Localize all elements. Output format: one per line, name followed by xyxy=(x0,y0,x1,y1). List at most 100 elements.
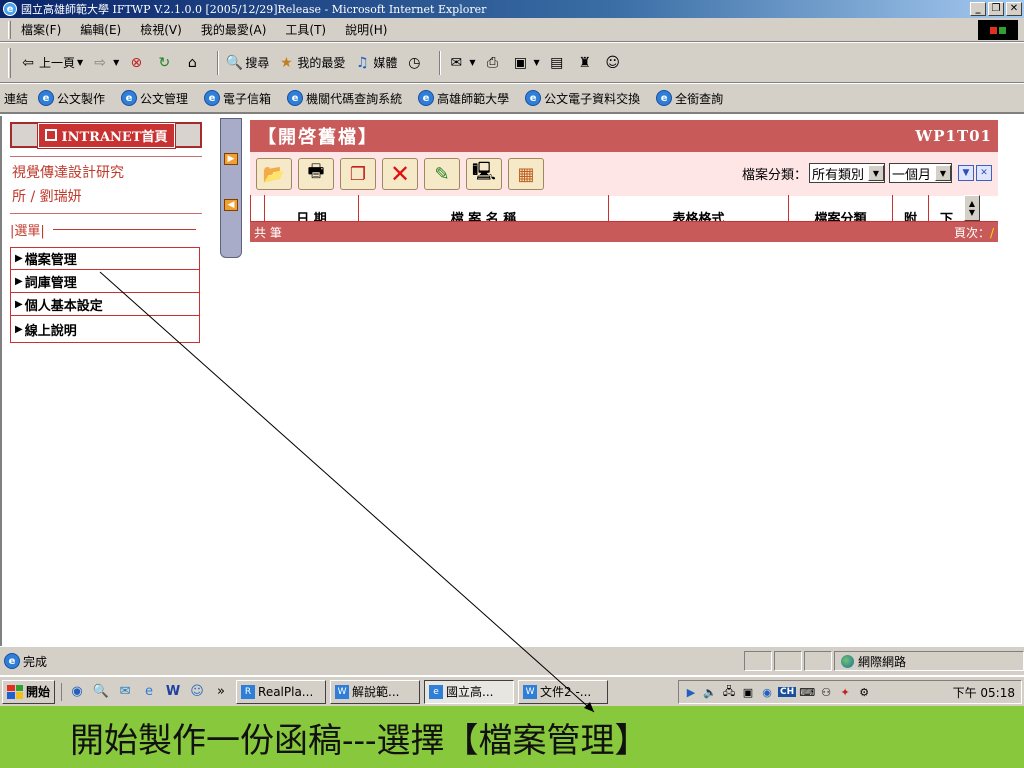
column-download[interactable]: 下 xyxy=(928,195,964,221)
sidebar-item-online-help[interactable]: ▶ 線上說明 xyxy=(10,316,200,343)
print-button[interactable]: ⎙ xyxy=(484,54,504,72)
display-icon[interactable]: ▣ xyxy=(740,684,756,700)
status-cell xyxy=(774,651,802,671)
link-document-create[interactable]: e 公文製作 xyxy=(38,90,105,107)
link-agency-code[interactable]: e 機關代碼查詢系統 xyxy=(287,90,402,107)
maximize-button[interactable]: ❐ xyxy=(988,2,1004,16)
delete-file-button[interactable]: ✕ xyxy=(382,158,418,190)
dropdown-icon: ▼ xyxy=(113,58,120,67)
home-button[interactable]: ⌂ xyxy=(183,54,203,72)
refresh-button[interactable]: ↻ xyxy=(155,54,175,72)
intranet-home-button[interactable]: INTRANET首頁 xyxy=(10,121,202,149)
ie-icon[interactable]: e xyxy=(140,683,158,701)
edit-button[interactable]: ▣ ▼ xyxy=(512,54,540,72)
open-file-button[interactable]: 📂 xyxy=(256,158,292,190)
column-category[interactable]: 檔案分類 xyxy=(788,195,892,221)
messenger-icon[interactable]: ☺ xyxy=(188,683,206,701)
period-select[interactable]: 一個月 ▼ xyxy=(888,163,952,183)
favorites-label: 我的最愛 xyxy=(297,56,346,70)
user-name: 所 / 劉瑞妍 xyxy=(12,189,82,205)
stop-button[interactable]: ⊗ xyxy=(127,54,147,72)
home-icon: ⌂ xyxy=(187,54,197,71)
media-button[interactable]: ♫ 媒體 xyxy=(353,54,397,72)
expand-arrow-icon[interactable]: ▶ xyxy=(224,153,238,165)
column-filename[interactable]: 檔 案 名 稱 xyxy=(358,195,608,221)
menu-favorites[interactable]: 我的最愛(A) xyxy=(201,21,267,38)
action-bar: 📂 🖶 ❐ ✕ ✎ 🖳 ▦ 檔案分類： 所有類別 ▼ 一個月 ▼ ▼ ✕ xyxy=(250,152,998,196)
mail-icon: ✉ xyxy=(450,54,463,71)
minimize-button[interactable]: _ xyxy=(970,2,986,16)
sidebar-item-personal-settings[interactable]: ▶ 個人基本設定 xyxy=(10,293,200,316)
scroll-down-icon: ▼ xyxy=(968,208,976,217)
messenger-button[interactable]: ☺ xyxy=(604,54,624,72)
media-player-icon[interactable]: ◉ xyxy=(68,683,86,701)
volume-icon[interactable]: 🔈 xyxy=(702,684,718,700)
word-icon[interactable]: W xyxy=(164,683,182,701)
users-icon[interactable]: ⚇ xyxy=(818,684,834,700)
menu-view[interactable]: 檢視(V) xyxy=(140,21,182,38)
collapse-down-button[interactable]: ▼ xyxy=(958,165,974,181)
task-label: 解說範... xyxy=(352,685,400,699)
transfer-button[interactable]: 🖳 xyxy=(466,158,502,190)
outlook-icon[interactable]: ✉ xyxy=(116,683,134,701)
export-button[interactable]: ▦ xyxy=(508,158,544,190)
column-format[interactable]: 表格格式 xyxy=(608,195,788,221)
quick-launch: ◉ 🔍 ✉ e W ☺ » xyxy=(61,682,236,701)
ime-indicator[interactable]: CH xyxy=(778,687,797,697)
caption-text: 開始製作一份函稿---選擇【檔案管理】 xyxy=(70,720,649,761)
link-email[interactable]: e 電子信箱 xyxy=(204,90,271,107)
search-button[interactable]: 🔍 搜尋 xyxy=(225,54,270,72)
audio-icon[interactable]: ◉ xyxy=(759,684,775,700)
antivirus-icon[interactable]: ✦ xyxy=(837,684,853,700)
history-button[interactable]: ◷ xyxy=(405,54,425,72)
task-document2[interactable]: W 文件2 -... xyxy=(518,679,609,704)
task-realplayer[interactable]: R RealPla... xyxy=(236,679,327,704)
dropdown-icon: ▼ xyxy=(469,58,476,67)
copy-file-button[interactable]: ❐ xyxy=(340,158,376,190)
collapse-arrow-icon[interactable]: ◀ xyxy=(224,199,238,211)
messenger-icon: ☺ xyxy=(605,54,620,71)
menu-help[interactable]: 說明(H) xyxy=(345,21,387,38)
edit-file-button[interactable]: ✎ xyxy=(424,158,460,190)
favorites-button[interactable]: ★ 我的最愛 xyxy=(277,54,345,72)
link-title-query[interactable]: e 全銜查詢 xyxy=(656,90,723,107)
keyboard-icon[interactable]: ⌨ xyxy=(799,684,815,700)
home-box-icon xyxy=(44,129,57,141)
link-data-exchange[interactable]: e 公文電子資料交換 xyxy=(525,90,640,107)
document-icon: W xyxy=(335,684,350,699)
window-title-bar[interactable]: e 國立高雄師範大學 IFTWP V.2.1.0.0 [2005/12/29]R… xyxy=(0,0,1024,18)
task-explanation[interactable]: W 解說範... xyxy=(330,679,421,704)
menu-tools[interactable]: 工具(T) xyxy=(285,21,326,38)
forward-button[interactable]: ⇨ ▼ xyxy=(91,54,119,72)
menu-file[interactable]: 檔案(F) xyxy=(21,21,61,38)
column-date[interactable]: 日 期 xyxy=(264,195,358,221)
column-attach[interactable]: 附 xyxy=(892,195,928,221)
settings-icon[interactable]: ⚙ xyxy=(856,684,872,700)
search-icon[interactable]: 🔍 xyxy=(92,683,110,701)
menu-edit[interactable]: 編輯(E) xyxy=(80,21,121,38)
status-left: e 完成 xyxy=(0,653,744,670)
ie-icon: e xyxy=(429,684,444,699)
more-icon[interactable]: » xyxy=(212,683,230,701)
sidebar-item-file-manage[interactable]: ▶ 檔案管理 xyxy=(10,247,200,270)
network-icon[interactable]: 🖧 xyxy=(721,684,737,700)
sidebar-item-lexicon[interactable]: ▶ 詞庫管理 xyxy=(10,270,200,293)
task-university[interactable]: e 國立高... xyxy=(424,679,515,704)
triangle-right-icon: ▶ xyxy=(15,323,23,335)
start-button[interactable]: 開始 xyxy=(2,679,56,704)
link-university[interactable]: e 高雄師範大學 xyxy=(418,90,509,107)
close-button[interactable]: ✕ xyxy=(1006,2,1022,16)
link-document-manage[interactable]: e 公文管理 xyxy=(121,90,188,107)
word-icon: W xyxy=(523,684,538,699)
print-file-button[interactable]: 🖶 xyxy=(298,158,334,190)
frame-splitter[interactable]: ▶ ◀ xyxy=(220,118,242,258)
media-icon[interactable]: ▶ xyxy=(683,684,699,700)
research-button[interactable]: ♜ xyxy=(576,54,596,72)
back-button[interactable]: ⇦ 上一頁 ▼ xyxy=(19,54,83,72)
mail-button[interactable]: ✉ ▼ xyxy=(447,54,476,72)
ie-link-icon: e xyxy=(656,90,673,106)
table-scrollbar[interactable]: ▲ ▼ xyxy=(964,195,980,221)
discuss-button[interactable]: ▤ xyxy=(548,54,568,72)
close-panel-button[interactable]: ✕ xyxy=(976,165,992,181)
category-select[interactable]: 所有類別 ▼ xyxy=(808,163,885,183)
